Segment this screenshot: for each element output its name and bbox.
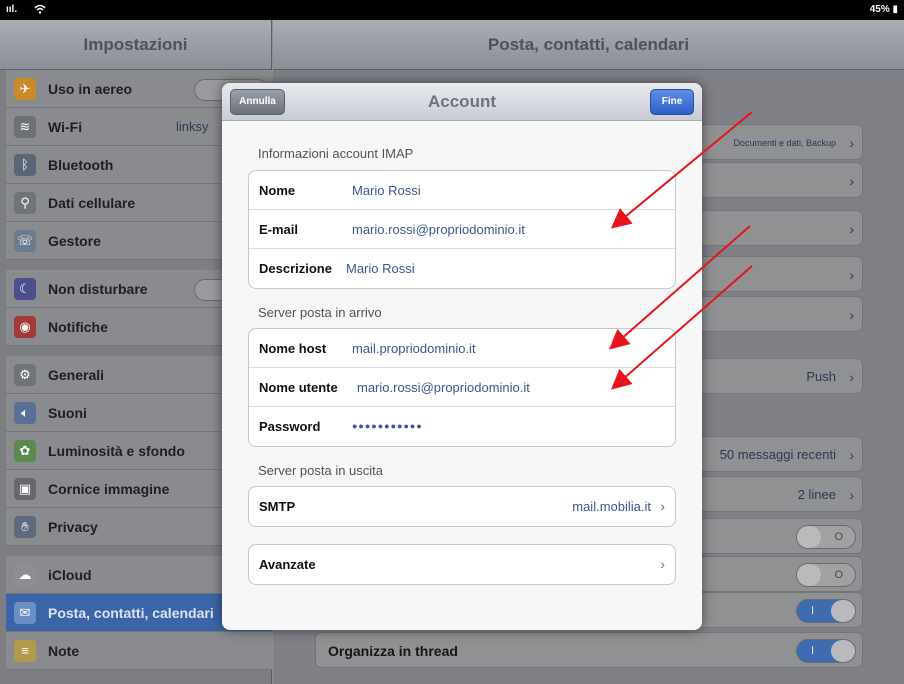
flower-icon: ✿: [14, 440, 36, 462]
moon-icon: ☾: [14, 278, 36, 300]
chevron-right-icon: ›: [849, 267, 854, 283]
wifi-icon: [34, 3, 46, 18]
organize-thread-row: Organizza in thread I: [315, 632, 863, 668]
status-bar: ııl. 45% ▮: [0, 0, 904, 20]
modal-title: Account: [428, 92, 496, 111]
host-field[interactable]: mail.propriodominio.it: [352, 329, 476, 368]
speaker-icon: 🔈︎: [14, 402, 36, 424]
chevron-right-icon: ›: [849, 487, 854, 503]
account-modal: Annulla Account Fine Informazioni accoun…: [222, 83, 702, 630]
toggle-switch[interactable]: I: [796, 599, 856, 623]
chevron-right-icon: ›: [660, 498, 665, 514]
toggle-switch[interactable]: O: [796, 525, 856, 549]
sidebar-item-notes[interactable]: ≡ Note: [6, 632, 272, 670]
modal-navbar: Annulla Account Fine: [222, 83, 702, 121]
cancel-button[interactable]: Annulla: [230, 89, 285, 115]
screen: Impostazioni ✈ Uso in aereo ≋ Wi-Fi link…: [0, 20, 904, 684]
incoming-section-title: Server posta in arrivo: [258, 305, 382, 320]
phone-icon: ☏: [14, 230, 36, 252]
advanced-group: Avanzate ›: [248, 544, 676, 585]
chevron-right-icon: ›: [849, 447, 854, 463]
chevron-right-icon: ›: [849, 221, 854, 237]
name-field[interactable]: Mario Rossi: [352, 171, 421, 210]
battery-level: 45% ▮: [869, 4, 898, 15]
chevron-right-icon: ›: [660, 556, 665, 572]
description-row[interactable]: Descrizione Mario Rossi: [249, 249, 675, 288]
sidebar-title: Impostazioni: [0, 20, 271, 70]
smtp-row[interactable]: SMTP mail.mobilia.it ›: [249, 487, 675, 526]
cloud-icon: ☁: [14, 564, 36, 586]
chevron-right-icon: ›: [849, 135, 854, 151]
advanced-row[interactable]: Avanzate ›: [249, 545, 675, 584]
notifications-icon: ◉: [14, 316, 36, 338]
bluetooth-icon: ᛒ: [14, 154, 36, 176]
wifi-icon: ≋: [14, 116, 36, 138]
imap-group: Nome Mario Rossi E-mail mario.rossi@prop…: [248, 170, 676, 289]
name-row[interactable]: Nome Mario Rossi: [249, 171, 675, 210]
outgoing-section-title: Server posta in uscita: [258, 463, 384, 478]
detail-title: Posta, contatti, calendari: [273, 20, 904, 70]
password-row[interactable]: Password ●●●●●●●●●●●: [249, 407, 675, 446]
gear-icon: ⚙: [14, 364, 36, 386]
picture-frame-icon: ▣: [14, 478, 36, 500]
username-row[interactable]: Nome utente mario.rossi@propriodominio.i…: [249, 368, 675, 407]
hand-icon: ✋︎: [14, 516, 36, 538]
done-button[interactable]: Fine: [650, 89, 694, 115]
chevron-right-icon: ›: [849, 369, 854, 385]
organize-thread-toggle[interactable]: I: [796, 639, 856, 663]
notes-icon: ≡: [14, 640, 36, 662]
email-row[interactable]: E-mail mario.rossi@propriodominio.it: [249, 210, 675, 249]
password-field[interactable]: ●●●●●●●●●●●: [352, 407, 423, 446]
airplane-icon: ✈: [14, 78, 36, 100]
description-field[interactable]: Mario Rossi: [346, 249, 415, 288]
chevron-right-icon: ›: [849, 173, 854, 189]
antenna-icon: ⚲: [14, 192, 36, 214]
username-field[interactable]: mario.rossi@propriodominio.it: [357, 368, 530, 407]
signal-icon: ııl.: [6, 4, 18, 15]
toggle-switch[interactable]: O: [796, 563, 856, 587]
imap-section-title: Informazioni account IMAP: [258, 146, 414, 161]
email-field[interactable]: mario.rossi@propriodominio.it: [352, 210, 525, 249]
mail-icon: ✉: [14, 602, 36, 624]
outgoing-group: SMTP mail.mobilia.it ›: [248, 486, 676, 527]
incoming-group: Nome host mail.propriodominio.it Nome ut…: [248, 328, 676, 447]
chevron-right-icon: ›: [849, 307, 854, 323]
host-row[interactable]: Nome host mail.propriodominio.it: [249, 329, 675, 368]
